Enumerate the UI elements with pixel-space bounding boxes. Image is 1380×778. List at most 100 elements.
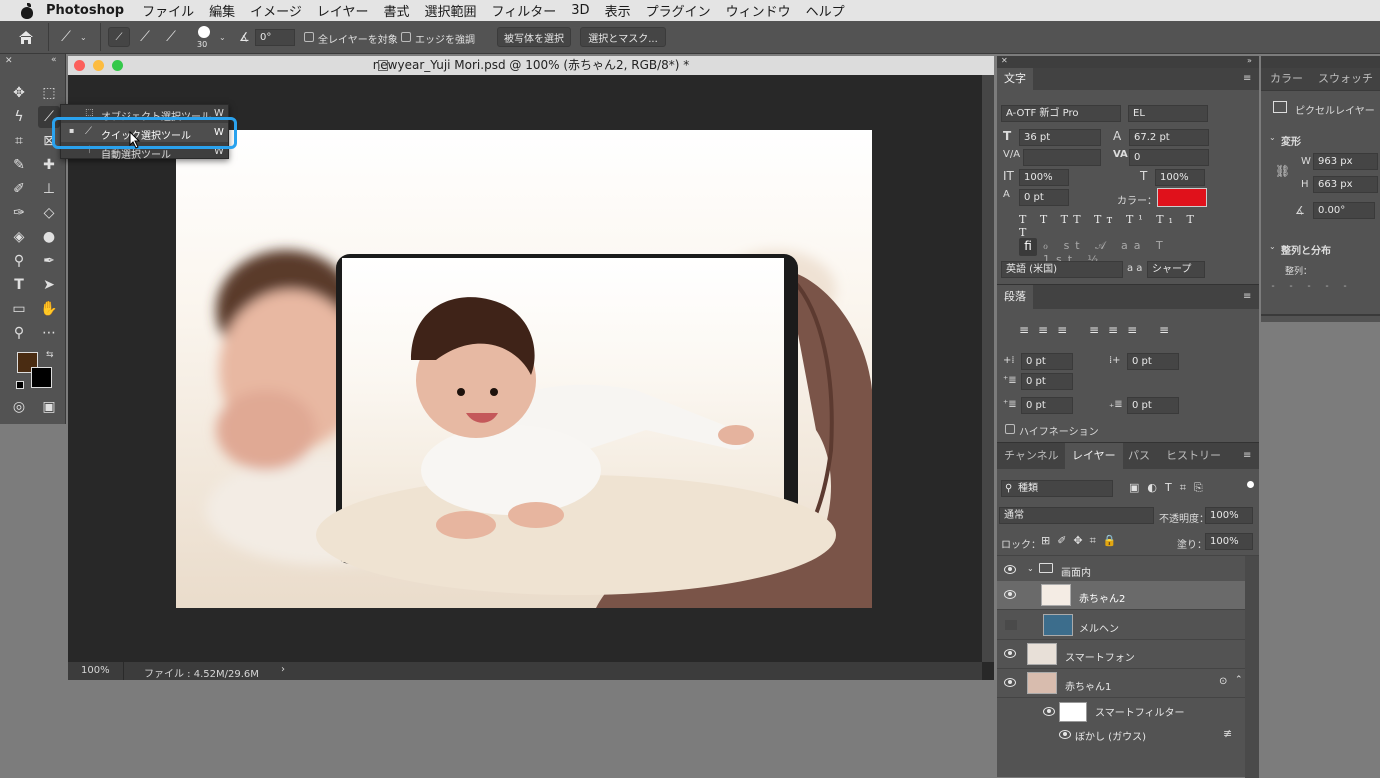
marquee-tool-icon[interactable]: ⬚ <box>38 82 60 104</box>
tab-paths[interactable]: パス <box>1121 443 1157 469</box>
layer-row-baby1[interactable]: 赤ちゃん1 ⊙ ⌃ <box>997 669 1245 698</box>
eraser-tool-icon[interactable]: ◇ <box>38 202 60 224</box>
menu-window[interactable]: ウィンドウ <box>726 1 791 20</box>
language-select[interactable]: 英語 (米国) <box>1001 261 1123 278</box>
ligature-button[interactable]: fi <box>1019 238 1037 256</box>
vertical-scrollbar[interactable] <box>982 75 994 662</box>
visibility-eye-icon[interactable] <box>1004 565 1016 574</box>
visibility-eye-icon[interactable] <box>1004 590 1016 599</box>
tab-layers[interactable]: レイヤー <box>1065 443 1123 469</box>
move-tool-icon[interactable]: ✥ <box>8 82 30 104</box>
tab-history[interactable]: ヒストリー <box>1159 443 1228 469</box>
menu-edit[interactable]: 編集 <box>209 1 235 20</box>
screen-mode-icon[interactable]: ▣ <box>38 396 60 418</box>
chevron-down-icon[interactable]: ⌄ <box>219 33 226 42</box>
panel-menu-icon[interactable]: ≡ <box>1243 450 1251 461</box>
menu-layer[interactable]: レイヤー <box>317 1 369 20</box>
chevron-down-icon[interactable]: ⌄ <box>80 33 87 42</box>
layer-row-maerchen[interactable]: メルヘン <box>997 611 1245 640</box>
close-icon[interactable]: ✕ <box>1001 56 1008 65</box>
visibility-off-box[interactable] <box>1005 620 1017 630</box>
home-icon[interactable] <box>17 29 35 45</box>
first-line-indent-field[interactable]: 0 pt <box>1021 373 1073 390</box>
chevron-down-icon[interactable]: ⌄ <box>1269 242 1276 251</box>
default-colors-icon[interactable] <box>16 381 24 389</box>
enhance-edge-checkbox[interactable] <box>401 32 411 42</box>
width-field[interactable]: 963 px <box>1313 153 1378 170</box>
layer-row-smartphone[interactable]: スマートフォン <box>997 640 1245 669</box>
baseline-shift-field[interactable]: 0 pt <box>1019 189 1069 206</box>
crop-tool-icon[interactable]: ⌗ <box>8 130 30 152</box>
path-select-icon[interactable]: ➤ <box>38 274 60 296</box>
visibility-eye-icon[interactable] <box>1004 649 1016 658</box>
layer-filter-select[interactable]: ⚲ 種類 <box>1001 480 1113 497</box>
menu-type[interactable]: 書式 <box>384 1 410 20</box>
tab-channels[interactable]: チャンネル <box>997 443 1066 469</box>
close-window-button[interactable] <box>74 60 85 71</box>
document-titlebar[interactable]: newyear_Yuji Mori.psd @ 100% (赤ちゃん2, RGB… <box>68 56 994 75</box>
brush-tool-icon[interactable]: ✐ <box>8 178 30 200</box>
select-and-mask-button[interactable]: 選択とマスク... <box>580 27 666 47</box>
layers-scrollbar[interactable] <box>1245 556 1259 778</box>
chevron-down-icon[interactable]: ⌄ <box>1027 564 1034 573</box>
lock-buttons[interactable]: ⊞✐✥⌗🔒 <box>1041 534 1136 548</box>
history-brush-icon[interactable]: ✑ <box>8 202 30 224</box>
kerning-field[interactable] <box>1023 149 1101 166</box>
tab-swatches[interactable]: スウォッチ <box>1311 68 1380 90</box>
gaussian-blur-row[interactable]: ぼかし (ガウス) ≢ <box>997 725 1245 745</box>
paint-bucket-icon[interactable]: ◈ <box>8 226 30 248</box>
app-menu[interactable]: Photoshop <box>46 3 124 18</box>
collapse-icon[interactable]: » <box>1247 56 1252 65</box>
layer-row-baby2[interactable]: 赤ちゃん2 <box>997 581 1245 610</box>
zoom-tool-icon[interactable]: ⚲ <box>8 322 30 344</box>
menu-plugins[interactable]: プラグイン <box>646 1 711 20</box>
apple-icon[interactable] <box>20 2 34 19</box>
menu-file[interactable]: ファイル <box>142 1 194 20</box>
chevron-down-icon[interactable]: ⌄ <box>1269 133 1276 142</box>
layer-filter-buttons[interactable]: ▣◐T⌗⎘ <box>1129 481 1249 495</box>
opentype-buttons[interactable]: ℴ st 𝒜 aa T 1st ½ <box>1043 239 1203 266</box>
blend-mode-select[interactable]: 通常 <box>999 507 1154 524</box>
visibility-eye-icon[interactable] <box>1004 678 1016 687</box>
all-layers-checkbox[interactable] <box>304 32 314 42</box>
height-field[interactable]: 663 px <box>1313 176 1378 193</box>
panel-menu-icon[interactable]: ≡ <box>1243 73 1251 84</box>
zoom-window-button[interactable] <box>112 60 123 71</box>
font-style-select[interactable]: EL <box>1128 105 1208 122</box>
indent-right-field[interactable]: 0 pt <box>1127 353 1179 370</box>
tracking-field[interactable]: 0 <box>1129 149 1209 166</box>
add-selection-icon[interactable]: ⟋ <box>134 26 156 48</box>
menu-filter[interactable]: フィルター <box>492 1 557 20</box>
canvas-image[interactable] <box>176 130 872 608</box>
dodge-tool-icon[interactable]: ⚲ <box>8 250 30 272</box>
chevron-up-icon[interactable]: ⌃ <box>1235 675 1243 685</box>
space-before-field[interactable]: 0 pt <box>1021 397 1073 414</box>
antialias-select[interactable]: シャープ <box>1147 261 1205 278</box>
panel-menu-icon[interactable]: ≡ <box>1243 291 1251 302</box>
tab-color[interactable]: カラー <box>1263 68 1310 90</box>
space-after-field[interactable]: 0 pt <box>1127 397 1179 414</box>
menu-help[interactable]: ヘルプ <box>806 1 845 20</box>
menu-view[interactable]: 表示 <box>605 1 631 20</box>
menu-3d[interactable]: 3D <box>571 3 589 18</box>
text-color-swatch[interactable] <box>1157 188 1207 207</box>
align-buttons[interactable]: ⁃⁃⁃⁃⁃ <box>1271 282 1376 292</box>
brush-tip-icon[interactable] <box>198 26 210 38</box>
leading-field[interactable]: 67.2 pt <box>1129 129 1209 146</box>
rectangle-tool-icon[interactable]: ▭ <box>8 298 30 320</box>
filter-options-icon[interactable]: ≢ <box>1223 727 1232 740</box>
alignment-buttons[interactable]: ≡≡≡ ≡≡≡ ≡ <box>1019 323 1189 339</box>
chevron-right-icon[interactable]: › <box>281 664 285 675</box>
visibility-eye-icon[interactable] <box>1059 730 1071 739</box>
smart-filters-row[interactable]: スマートフィルター <box>997 697 1245 725</box>
tab-paragraph[interactable]: 段落 <box>997 285 1033 309</box>
horizontal-scale-field[interactable]: 100% <box>1155 169 1205 186</box>
type-tool-icon[interactable]: T <box>8 274 30 296</box>
stamp-tool-icon[interactable]: ⊥ <box>38 178 60 200</box>
hyphenation-checkbox[interactable] <box>1005 424 1015 434</box>
font-size-field[interactable]: 36 pt <box>1019 129 1101 146</box>
quick-mask-icon[interactable]: ◎ <box>8 396 30 418</box>
font-family-select[interactable]: A-OTF 新ゴ Pro <box>1001 105 1121 122</box>
vertical-scale-field[interactable]: 100% <box>1019 169 1069 186</box>
quick-select-preset-icon[interactable]: ⟋ <box>55 26 77 48</box>
